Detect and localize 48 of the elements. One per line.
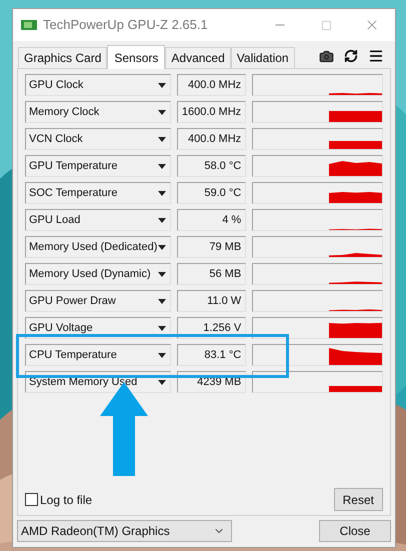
dropdown-arrow-icon	[158, 218, 166, 222]
sensor-dropdown[interactable]: GPU Temperature	[25, 155, 171, 177]
dropdown-arrow-icon	[158, 244, 166, 250]
sensor-value: 79 MB	[176, 236, 246, 258]
reset-button[interactable]: Reset	[334, 488, 383, 511]
tab[interactable]: Graphics Card	[18, 47, 108, 68]
sensor-value: 56 MB	[176, 263, 246, 285]
tab[interactable]: Sensors	[107, 45, 166, 69]
sensor-dropdown[interactable]: GPU Power Draw	[25, 290, 171, 312]
sensor-dropdown[interactable]: Memory Clock	[25, 101, 171, 123]
dropdown-arrow-icon	[158, 326, 166, 330]
sensor-dropdown[interactable]: CPU Temperature	[25, 344, 171, 366]
sensor-dropdown[interactable]: Memory Used (Dynamic)	[25, 263, 171, 285]
checkbox-label: Log to file	[40, 492, 92, 508]
dropdown-arrow-icon	[158, 380, 166, 384]
sensor-value: 11.0 W	[176, 290, 246, 312]
menu-icon[interactable]	[368, 48, 384, 64]
sensor-value: 59.0 °C	[176, 182, 246, 204]
dropdown-arrow-icon	[158, 190, 166, 196]
window-title: TechPowerUp GPU-Z 2.65.1	[43, 16, 208, 34]
graphics-card-icon	[21, 19, 37, 31]
dropdown-arrow-icon	[158, 136, 166, 142]
tab[interactable]: Validation	[230, 47, 295, 68]
sensor-dropdown[interactable]: VCN Clock	[25, 128, 171, 150]
sensor-dropdown[interactable]: GPU Clock	[25, 74, 171, 96]
refresh-icon[interactable]	[344, 49, 358, 63]
sensor-value: 400.0 MHz	[176, 128, 246, 150]
sensor-value: 1.256 V	[176, 317, 246, 339]
sensor-value: 1600.0 MHz	[176, 101, 246, 123]
dropdown-arrow-icon	[158, 82, 166, 88]
sensor-dropdown[interactable]: Memory Used (Dedicated)	[25, 236, 171, 258]
dropdown-arrow-icon	[158, 164, 166, 168]
sensor-value: 400.0 MHz	[176, 74, 246, 96]
sensor-value: 58.0 °C	[176, 155, 246, 177]
dropdown-arrow-icon	[158, 352, 166, 358]
camera-icon[interactable]	[319, 48, 334, 64]
device-select[interactable]: AMD Radeon(TM) Graphics	[17, 520, 232, 542]
dropdown-arrow-icon	[158, 298, 166, 304]
tab[interactable]: Advanced	[165, 47, 231, 68]
sensor-value: 83.1 °C	[176, 344, 246, 366]
close-button[interactable]: Close	[319, 520, 391, 542]
sensor-dropdown[interactable]: GPU Load	[25, 209, 171, 231]
dropdown-arrow-icon	[158, 272, 166, 276]
dropdown-arrow-icon	[158, 110, 166, 114]
log-to-file-checkbox[interactable]	[25, 493, 38, 506]
sensor-value: 4 %	[176, 209, 246, 231]
sensor-dropdown[interactable]: SOC Temperature	[25, 182, 171, 204]
sensor-dropdown[interactable]: GPU Voltage	[25, 317, 171, 339]
